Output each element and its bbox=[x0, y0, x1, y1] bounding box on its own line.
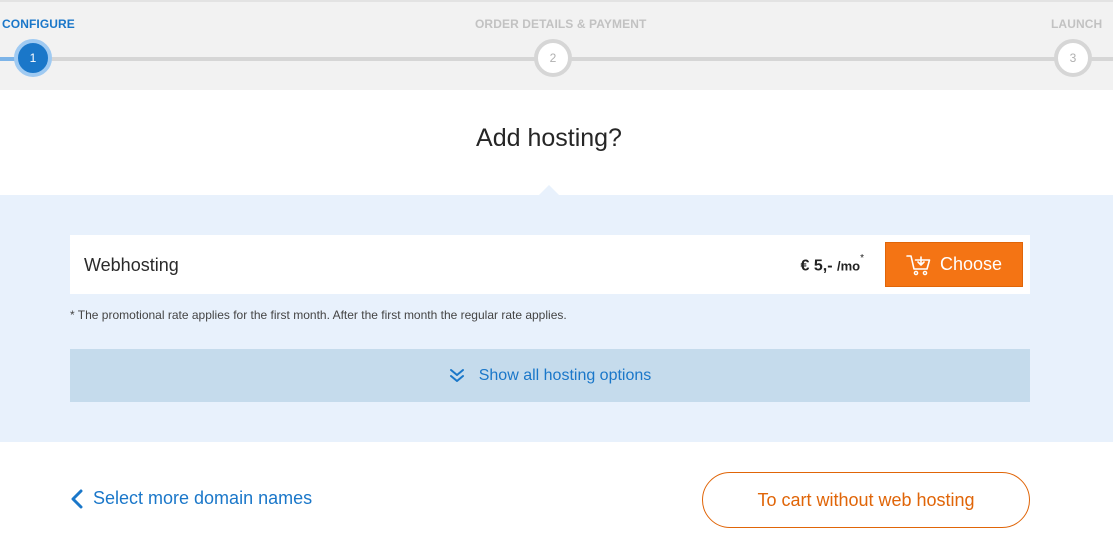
step-label-order-details: ORDER DETAILS & PAYMENT bbox=[475, 17, 647, 31]
product-price: € 5,- /mo* bbox=[800, 253, 865, 275]
product-name: Webhosting bbox=[84, 255, 179, 275]
step-circle-2: 2 bbox=[534, 39, 572, 77]
progress-stepper: CONFIGURE ORDER DETAILS & PAYMENT LAUNCH… bbox=[0, 0, 1113, 90]
cart-without-hosting-button[interactable]: To cart without web hosting bbox=[702, 472, 1030, 528]
chevron-left-icon bbox=[70, 489, 84, 509]
hosting-product-card: Webhosting € 5,- /mo* Choose bbox=[70, 235, 1030, 294]
promotional-footnote: * The promotional rate applies for the f… bbox=[70, 308, 567, 322]
price-amount: € 5,- bbox=[800, 257, 833, 275]
step-label-configure: CONFIGURE bbox=[2, 17, 75, 31]
choose-label: Choose bbox=[939, 254, 1003, 274]
step-circle-1: 1 bbox=[14, 39, 52, 77]
stepper-track-2-3 bbox=[568, 57, 1058, 61]
choose-button[interactable]: Choose bbox=[885, 242, 1023, 287]
double-chevron-down-icon bbox=[449, 368, 465, 384]
step-label-launch: LAUNCH bbox=[1051, 17, 1103, 31]
price-unit: /mo bbox=[836, 258, 861, 274]
stepper-top-border bbox=[0, 0, 1113, 2]
page-title: Add hosting? bbox=[476, 124, 622, 152]
show-all-label: Show all hosting options bbox=[478, 366, 652, 384]
price-asterisk: * bbox=[860, 253, 864, 264]
stepper-track-1-2 bbox=[48, 57, 538, 61]
cart-icon bbox=[906, 254, 932, 276]
select-more-domains-label: Select more domain names bbox=[93, 488, 313, 508]
select-more-domains-link[interactable]: Select more domain names bbox=[70, 488, 312, 509]
cart-without-hosting-label: To cart without web hosting bbox=[757, 489, 975, 510]
show-all-hosting-options-button[interactable]: Show all hosting options bbox=[70, 349, 1030, 402]
step-circle-3: 3 bbox=[1054, 39, 1092, 77]
